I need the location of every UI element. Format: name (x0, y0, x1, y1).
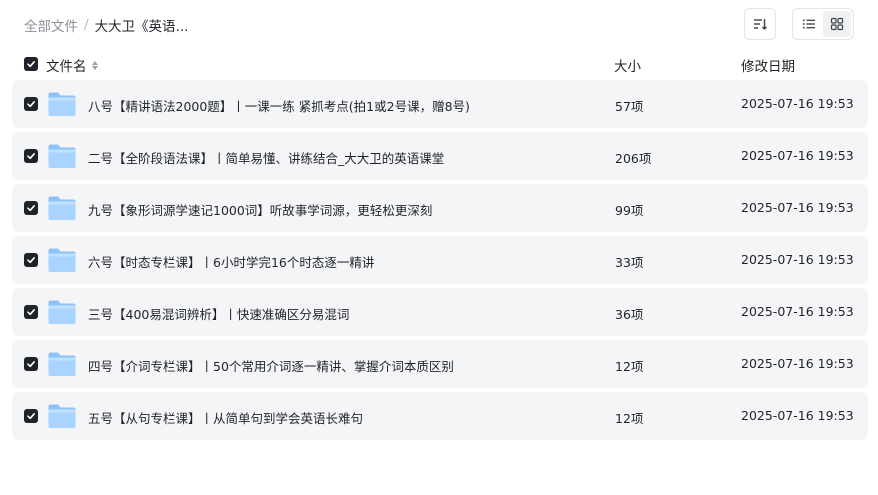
column-header-name[interactable]: 文件名 (46, 55, 98, 75)
row-checkbox[interactable] (24, 357, 38, 371)
file-list: 八号【精讲语法2000题】丨一课一练 紧抓考点(拍1或2号课，赠8号) 57项 … (12, 80, 868, 444)
folder-icon (48, 92, 76, 116)
file-date: 2025-07-16 19:53 (741, 200, 854, 215)
table-row[interactable]: 八号【精讲语法2000题】丨一课一练 紧抓考点(拍1或2号课，赠8号) 57项 … (12, 80, 868, 128)
folder-icon (48, 196, 76, 220)
row-checkbox[interactable] (24, 253, 38, 267)
row-checkbox[interactable] (24, 409, 38, 423)
row-checkbox[interactable] (24, 149, 38, 163)
list-view-button[interactable] (795, 11, 823, 37)
sort-button[interactable] (744, 8, 776, 40)
sort-arrows-icon (91, 60, 98, 70)
file-date: 2025-07-16 19:53 (741, 408, 854, 423)
column-header-size[interactable]: 大小 (614, 55, 641, 75)
folder-icon (48, 352, 76, 376)
checkmark-icon (27, 412, 35, 420)
checkmark-icon (27, 360, 35, 368)
select-all-checkbox[interactable] (24, 57, 38, 71)
file-size: 99项 (615, 203, 644, 218)
file-size: 12项 (615, 411, 644, 426)
file-name[interactable]: 三号【400易混词辨析】丨快速准确区分易混词 (88, 304, 349, 323)
grid-view-icon (830, 17, 844, 31)
file-name[interactable]: 五号【从句专栏课】丨从简单句到学会英语长难句 (88, 408, 363, 427)
folder-icon (48, 404, 76, 428)
checkmark-icon (27, 204, 35, 212)
row-checkbox[interactable] (24, 97, 38, 111)
checkmark-icon (27, 60, 35, 68)
grid-view-button[interactable] (823, 11, 851, 37)
checkmark-icon (27, 152, 35, 160)
table-row[interactable]: 三号【400易混词辨析】丨快速准确区分易混词 36项 2025-07-16 19… (12, 288, 868, 336)
column-header-date[interactable]: 修改日期 (741, 55, 795, 75)
sort-icon (754, 19, 767, 30)
checkmark-icon (27, 256, 35, 264)
breadcrumb-separator: / (84, 17, 89, 33)
folder-icon (48, 144, 76, 168)
table-row[interactable]: 四号【介词专栏课】丨50个常用介词逐一精讲、掌握介词本质区别 12项 2025-… (12, 340, 868, 388)
table-row[interactable]: 二号【全阶段语法课】丨简单易懂、讲练结合_大大卫的英语课堂 206项 2025-… (12, 132, 868, 180)
table-header: 文件名 大小 修改日期 (12, 52, 868, 76)
table-row[interactable]: 六号【时态专栏课】丨6小时学完16个时态逐一精讲 33项 2025-07-16 … (12, 236, 868, 284)
toolbar: 全部文件 / 大大卫《英语... (0, 0, 878, 50)
file-date: 2025-07-16 19:53 (741, 356, 854, 371)
checkmark-icon (27, 308, 35, 316)
file-size: 33项 (615, 255, 644, 270)
file-date: 2025-07-16 19:53 (741, 96, 854, 111)
file-name[interactable]: 四号【介词专栏课】丨50个常用介词逐一精讲、掌握介词本质区别 (88, 356, 454, 375)
file-size: 36项 (615, 307, 644, 322)
file-size: 12项 (615, 359, 644, 374)
file-name[interactable]: 六号【时态专栏课】丨6小时学完16个时态逐一精讲 (88, 252, 374, 271)
folder-icon (48, 248, 76, 272)
file-size: 57项 (615, 99, 644, 114)
row-checkbox[interactable] (24, 305, 38, 319)
breadcrumb-current: 大大卫《英语... (94, 19, 189, 35)
view-toggle (792, 8, 854, 40)
checkmark-icon (27, 100, 35, 108)
breadcrumb-root-link[interactable]: 全部文件 (24, 15, 78, 35)
file-name[interactable]: 八号【精讲语法2000题】丨一课一练 紧抓考点(拍1或2号课，赠8号) (88, 96, 470, 115)
breadcrumb: 全部文件 / 大大卫《英语... (24, 15, 188, 35)
folder-icon (48, 300, 76, 324)
file-date: 2025-07-16 19:53 (741, 304, 854, 319)
table-row[interactable]: 九号【象形词源学速记1000词】听故事学词源，更轻松更深刻 99项 2025-0… (12, 184, 868, 232)
file-name[interactable]: 二号【全阶段语法课】丨简单易懂、讲练结合_大大卫的英语课堂 (88, 148, 444, 167)
file-name[interactable]: 九号【象形词源学速记1000词】听故事学词源，更轻松更深刻 (88, 200, 432, 219)
file-date: 2025-07-16 19:53 (741, 148, 854, 163)
file-size: 206项 (615, 151, 652, 166)
file-date: 2025-07-16 19:53 (741, 252, 854, 267)
row-checkbox[interactable] (24, 201, 38, 215)
table-row[interactable]: 五号【从句专栏课】丨从简单句到学会英语长难句 12项 2025-07-16 19… (12, 392, 868, 440)
column-header-name-label: 文件名 (46, 59, 87, 75)
list-view-icon (803, 19, 815, 29)
